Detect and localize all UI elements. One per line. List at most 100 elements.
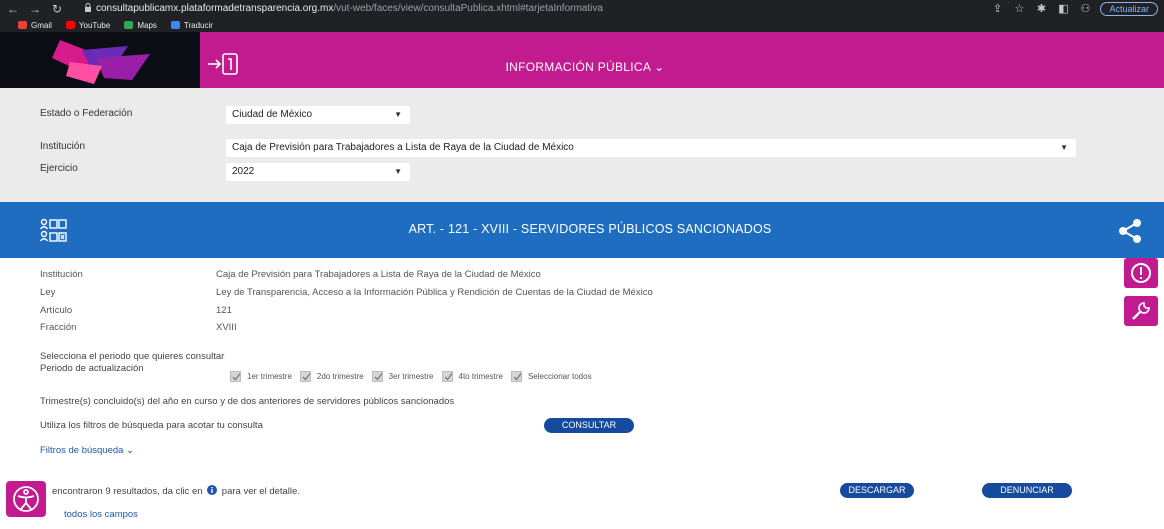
share-page-icon[interactable]: ⇪: [990, 2, 1004, 15]
bookmark-label: Gmail: [31, 20, 52, 30]
gmail-icon: [18, 21, 27, 29]
institution-label: Institución: [40, 141, 86, 152]
back-icon[interactable]: ←: [4, 2, 22, 16]
filter-hint: Utiliza los filtros de búsqueda para aco…: [40, 420, 263, 431]
profile-icon[interactable]: ⚇: [1078, 2, 1092, 15]
results-suffix: para ver el detalle.: [221, 486, 300, 497]
bookmark-gmail[interactable]: Gmail: [18, 21, 52, 30]
state-label: Estado o Federación: [40, 108, 133, 119]
all-fields-link[interactable]: todos los campos: [64, 509, 138, 520]
article-title: ART. - 121 - XVIII - SERVIDORES PÚBLICOS…: [408, 222, 772, 236]
period-prompt: Selecciona el periodo que quieres consul…: [40, 351, 225, 362]
period-checkboxes: 1er trimestre 2do trimestre 3er trimestr…: [230, 369, 600, 383]
checkbox-label: 2do trimestre: [316, 371, 364, 381]
checkbox-box[interactable]: [441, 370, 453, 382]
tools-button[interactable]: [1124, 296, 1158, 326]
alert-icon: [1131, 263, 1151, 283]
checkbox-label: Seleccionar todos: [527, 371, 592, 381]
checkbox-box[interactable]: [371, 370, 383, 382]
people-grid-icon: [40, 218, 67, 242]
results-summary: encontraron 9 resultados, da clic en par…: [52, 485, 300, 497]
info-law-value: Ley de Transparencia, Acceso a la Inform…: [216, 287, 653, 298]
info-article-label: Artículo: [40, 305, 73, 316]
year-label: Ejercicio: [40, 163, 78, 174]
info-article-value: 121: [216, 305, 232, 316]
year-select[interactable]: 2022 ▼: [226, 163, 410, 181]
bookmark-label: YouTube: [78, 20, 111, 30]
info-institution-value: Caja de Previsión para Trabajadores a Li…: [216, 269, 541, 280]
forward-icon[interactable]: →: [26, 2, 44, 16]
caret-down-icon: ▼: [394, 110, 402, 119]
browser-toolbar: ← → ↻ consultapublicamx.plataformadetran…: [0, 0, 1164, 17]
wrench-icon: [1132, 302, 1150, 320]
alert-button[interactable]: [1124, 258, 1158, 288]
download-button[interactable]: DESCARGAR: [840, 483, 914, 498]
accessibility-icon: [13, 486, 39, 512]
checkbox-select-all[interactable]: Seleccionar todos: [510, 370, 592, 382]
checkbox-box[interactable]: [299, 370, 311, 382]
extensions-icon[interactable]: ✱: [1034, 2, 1048, 15]
info-fraction-label: Fracción: [40, 322, 77, 333]
checkbox-box[interactable]: [510, 370, 522, 382]
state-select[interactable]: Ciudad de México ▼: [226, 106, 410, 124]
checkmark-icon: [513, 372, 522, 380]
bookmarks-bar: Gmail YouTube Maps Traducir: [0, 18, 1164, 32]
checkbox-label: 1er trimestre: [247, 371, 292, 381]
checkmark-icon: [444, 372, 453, 380]
chevron-down-icon: ⌄: [126, 445, 135, 456]
year-select-value: 2022: [232, 166, 255, 177]
side-panel-icon[interactable]: ◧: [1056, 2, 1070, 15]
consult-button[interactable]: CONSULTAR: [544, 418, 634, 433]
chevron-down-icon: ⌄: [654, 60, 665, 74]
checkbox-q4[interactable]: 4to trimestre: [441, 370, 503, 382]
bookmark-translate[interactable]: Traducir: [170, 20, 213, 30]
info-institution-label: Institución: [40, 269, 83, 280]
checkbox-box[interactable]: [230, 370, 241, 382]
checkbox-label: 3er trimestre: [388, 371, 434, 381]
period-label: Periodo de actualización: [40, 363, 144, 374]
caret-down-icon: ▼: [394, 167, 402, 176]
browser-actions: ⇪ ☆ ✱ ◧ ⚇ Actualizar: [990, 1, 1158, 16]
address-bar[interactable]: consultapublicamx.plataformadetransparen…: [96, 2, 603, 15]
logo-graphic: [52, 40, 150, 84]
checkbox-q1[interactable]: 1er trimestre: [230, 370, 292, 382]
period-description: Trimestre(s) concluido(s) del año en cur…: [40, 396, 455, 407]
exit-icon[interactable]: [206, 52, 240, 76]
caret-down-icon: ▼: [1060, 143, 1068, 152]
bookmark-label: Traducir: [183, 20, 213, 30]
youtube-icon: [65, 21, 75, 29]
bookmark-star-icon[interactable]: ☆: [1012, 2, 1026, 15]
lock-icon: [85, 3, 91, 12]
bookmark-youtube[interactable]: YouTube: [65, 20, 111, 30]
reload-icon[interactable]: ↻: [48, 2, 66, 16]
info-icon: [207, 485, 218, 495]
update-button[interactable]: Actualizar: [1100, 1, 1158, 16]
accessibility-button[interactable]: [6, 481, 46, 517]
institution-select-value: Caja de Previsión para Trabajadores a Li…: [232, 142, 574, 153]
bookmark-label: Maps: [137, 20, 157, 30]
checkmark-icon: [374, 372, 383, 380]
search-filters-label: Filtros de búsqueda: [40, 445, 124, 456]
translate-icon: [170, 21, 180, 29]
share-icon[interactable]: [1118, 219, 1142, 243]
browser-chrome: ← → ↻ consultapublicamx.plataformadetran…: [0, 0, 1164, 32]
state-select-value: Ciudad de México: [232, 109, 313, 120]
checkmark-icon: [232, 372, 241, 380]
checkmark-icon: [302, 372, 311, 380]
checkbox-q2[interactable]: 2do trimestre: [299, 370, 364, 382]
checkbox-label: 4to trimestre: [458, 371, 503, 381]
maps-icon: [124, 21, 134, 29]
info-fraction-value: XVIII: [216, 322, 237, 333]
search-filters-toggle[interactable]: Filtros de búsqueda ⌄: [40, 445, 134, 456]
public-info-menu[interactable]: INFORMACIÓN PÚBLICA ⌄: [400, 60, 770, 74]
site-logo[interactable]: [0, 32, 200, 88]
url-path: /vut-web/faces/view/consultaPublica.xhtm…: [333, 3, 603, 14]
institution-select[interactable]: Caja de Previsión para Trabajadores a Li…: [226, 139, 1076, 157]
checkbox-q3[interactable]: 3er trimestre: [371, 370, 434, 382]
info-law-label: Ley: [40, 287, 56, 298]
url-host: consultapublicamx.plataformadetransparen…: [96, 3, 334, 14]
header-title: INFORMACIÓN PÚBLICA: [505, 60, 651, 74]
bookmark-maps[interactable]: Maps: [124, 21, 157, 30]
results-prefix: encontraron 9 resultados, da clic en: [52, 486, 203, 497]
report-button[interactable]: DENUNCIAR: [982, 483, 1072, 498]
